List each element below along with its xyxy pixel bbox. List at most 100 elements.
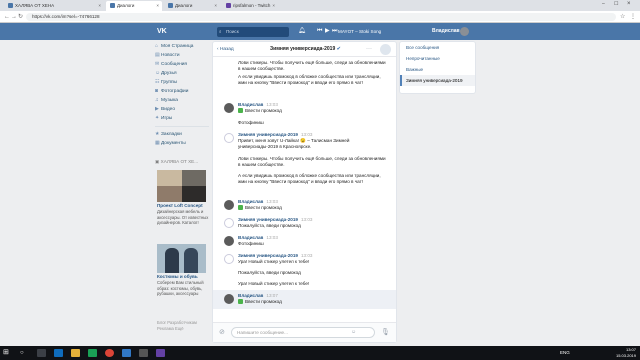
browser-tab[interactable]: ripsfalmon - Twitch × <box>222 1 278 11</box>
chrome-icon[interactable] <box>105 349 114 357</box>
message-author[interactable]: Владислав 13:07 <box>238 293 278 298</box>
chat-title[interactable]: Зимняя универсиада-2019 ✔ <box>270 45 341 54</box>
search-icon[interactable]: ○ <box>20 349 29 357</box>
avatar[interactable] <box>224 254 234 264</box>
menu-item-bookmarks[interactable]: ★ Закладки <box>155 130 209 139</box>
menu-item-my-page[interactable]: ⌂ Моя Страница <box>155 42 209 51</box>
message-text: Лови стикеры. Чтобы получить ещё больше,… <box>238 60 386 71</box>
list-item: Владислав 13:03 Фотофиниш <box>213 235 396 249</box>
language-indicator[interactable]: ENG <box>560 350 570 355</box>
minimize-icon[interactable]: – <box>602 1 605 7</box>
message-list[interactable]: Лови стикеры. Чтобы получить ещё больше,… <box>213 58 396 322</box>
filter-important[interactable]: Важные <box>400 64 475 75</box>
player-track[interactable]: MAYOT – Stoki Song <box>338 27 381 36</box>
menu-item-photos[interactable]: ◙ Фотографии <box>155 87 209 96</box>
microphone-icon[interactable]: 🎙︎ <box>381 328 390 336</box>
windows-start-icon[interactable]: ⊞ <box>3 349 12 357</box>
left-menu: ⌂ Моя Страница ▤Новости ✉ Сообщения ☺Друзь… <box>155 42 209 148</box>
menu-item-documents[interactable]: ▦Документы <box>155 139 209 148</box>
folder-icon[interactable] <box>71 349 80 357</box>
author-name: Зимняя универсиада-2019 <box>238 132 298 137</box>
ad-image-furniture[interactable] <box>157 170 206 202</box>
emoji-icon[interactable]: ☺ <box>351 329 356 335</box>
ad-title[interactable]: Проект Loft Concept <box>157 203 209 208</box>
ad-image-tile <box>157 170 182 186</box>
browser-tab-strip: ХАЛЯВА ОТ ХЕНА × Диалоги × Диалоги × ripsfa… <box>0 0 640 11</box>
app-icon[interactable] <box>139 349 148 357</box>
ad-image-figure <box>165 248 179 273</box>
menu-item-games[interactable]: ✦ Игры <box>155 114 209 123</box>
menu-item-music[interactable]: ♫ Музыка <box>155 96 209 105</box>
vk-logo-icon[interactable]: VK <box>157 27 171 36</box>
task-view-icon[interactable] <box>37 349 46 357</box>
message-time: 13:03 <box>266 102 278 107</box>
footer-links[interactable]: Блог Разработчикам Реклама Ещё <box>157 320 209 332</box>
avatar[interactable] <box>224 133 234 143</box>
close-window-icon[interactable]: × <box>627 1 631 7</box>
message-author[interactable]: Зимняя универсиада-2019 13:03 <box>238 253 312 258</box>
browser-tab[interactable]: ХАЛЯВА ОТ ХЕНА × <box>4 1 104 11</box>
play-icon[interactable]: ▶ <box>325 27 330 36</box>
close-icon[interactable]: × <box>272 1 275 11</box>
app-icon[interactable] <box>122 349 131 357</box>
message-author[interactable]: Владислав 13:03 <box>238 199 278 204</box>
message-text: Пожалуйста, введи промокод <box>238 270 301 275</box>
chat-avatar[interactable] <box>380 44 391 55</box>
reload-icon[interactable]: ↻ <box>18 13 23 21</box>
forward-arrow-icon[interactable]: → <box>11 13 17 21</box>
message-author[interactable]: Зимняя универсиада-2019 13:03 <box>238 132 312 137</box>
menu-item-news[interactable]: ▤Новости <box>155 51 209 60</box>
next-track-icon[interactable]: ⏭ <box>332 27 337 36</box>
filter-unread[interactable]: Непрочитанные <box>400 53 475 64</box>
avatar[interactable] <box>224 218 234 228</box>
close-icon[interactable]: × <box>98 1 101 11</box>
menu-item-friends[interactable]: ☺Друзья <box>155 69 209 78</box>
search-input[interactable]: ⌕ Поиск <box>217 26 289 37</box>
avatar[interactable] <box>224 103 234 113</box>
clock[interactable]: 13:07 15.03.2019 <box>616 347 636 358</box>
message-text: А если увидишь промокод в обложке сообще… <box>238 173 381 184</box>
back-button[interactable]: ‹ Назад <box>217 45 234 54</box>
menu-item-groups[interactable]: ☷ Группы <box>155 78 209 87</box>
close-icon[interactable]: × <box>214 1 217 11</box>
avatar[interactable] <box>224 236 234 246</box>
search-icon: ⌕ <box>219 28 222 34</box>
edge-icon[interactable] <box>54 349 63 357</box>
star-icon[interactable]: ☆ <box>620 13 625 21</box>
ad-text: Дизайнерская мебель и аксессуары. От изв… <box>157 209 209 225</box>
menu-item-messages[interactable]: ✉ Сообщения <box>155 60 209 69</box>
avatar[interactable] <box>224 200 234 210</box>
message-text: Пожалуйста, введи промокод <box>238 223 301 228</box>
maximize-icon[interactable]: ☐ <box>614 1 618 7</box>
app-icon[interactable] <box>88 349 97 357</box>
browser-tab-active[interactable]: Диалоги × <box>106 1 162 11</box>
ad-section-header[interactable]: ▣ ХАЛЯВА ОТ ХЕ... <box>155 159 207 165</box>
avatar[interactable] <box>224 294 234 304</box>
divider <box>155 126 209 127</box>
message-author[interactable]: Владислав 13:03 <box>238 235 278 240</box>
close-icon[interactable]: × <box>156 1 159 11</box>
avatar[interactable] <box>460 27 469 36</box>
message-author[interactable]: Владислав 13:03 <box>238 102 278 107</box>
menu-icon[interactable]: ⋮ <box>630 13 636 21</box>
ad-image-tile <box>157 186 182 202</box>
ad-image-suits[interactable] <box>157 244 206 273</box>
filter-current-chat[interactable]: Зимняя универсиада-2019 <box>400 75 475 86</box>
previous-track-icon[interactable]: ⏮ <box>317 27 322 36</box>
menu-item-video[interactable]: ▶ Видео <box>155 105 209 114</box>
filter-all-messages[interactable]: Все сообщения <box>400 42 475 53</box>
list-item: Владислав 13:03 Ввести промокод <box>213 102 396 116</box>
url-input[interactable]: https://vk.com/im?sel=-74766128 <box>26 13 616 21</box>
attach-icon[interactable]: ⊘ <box>219 328 225 336</box>
message-text-value: Ввести промокод <box>245 205 282 210</box>
ad-title[interactable]: Костюмы и обувь <box>157 274 209 279</box>
message-text: Ввести промокод <box>238 108 388 114</box>
bell-icon[interactable]: 🔔︎ <box>298 27 306 36</box>
app-icon[interactable] <box>156 349 165 357</box>
message-author[interactable]: Зимняя универсиада-2019 13:03 <box>238 217 312 222</box>
back-arrow-icon[interactable]: ← <box>4 13 10 21</box>
user-name[interactable]: Владислав <box>432 27 460 36</box>
message-time: 13:03 <box>300 217 313 222</box>
browser-tab[interactable]: Диалоги × <box>164 1 220 11</box>
more-icon[interactable]: ··· <box>366 45 372 54</box>
